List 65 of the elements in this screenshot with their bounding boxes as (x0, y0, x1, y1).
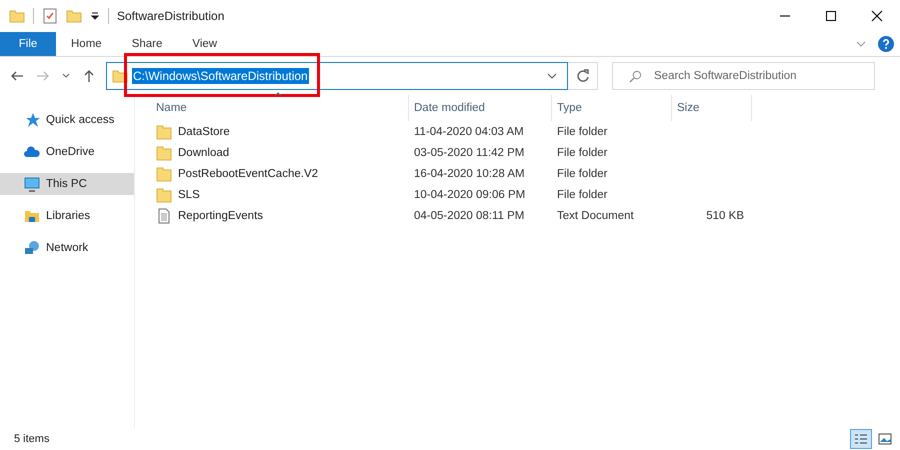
search-field[interactable]: Search SoftwareDistribution (612, 62, 875, 90)
file-name[interactable]: PostRebootEventCache.V2 (178, 168, 318, 180)
chevron-down-icon[interactable] (547, 73, 557, 79)
details-view-button[interactable] (850, 429, 872, 449)
file-name[interactable]: Download (178, 146, 230, 158)
window-title: SoftwareDistribution (117, 9, 224, 23)
picture-icon (878, 433, 892, 445)
sort-caret-icon (274, 92, 282, 97)
folder-icon (156, 186, 172, 202)
type-cell: File folder (557, 126, 608, 138)
file-name[interactable]: SLS (178, 188, 200, 200)
close-icon (871, 10, 883, 22)
file-name[interactable]: DataStore (178, 126, 230, 138)
back-arrow-icon[interactable] (10, 69, 24, 83)
sidebar-label: This PC (46, 178, 87, 190)
help-icon[interactable] (878, 36, 894, 52)
file-menu-tab[interactable]: File (0, 32, 56, 56)
folder-icon (156, 124, 172, 140)
type-cell: File folder (557, 168, 608, 180)
type-cell: Text Document (557, 210, 634, 222)
refresh-button[interactable] (568, 62, 598, 90)
refresh-icon (576, 69, 590, 83)
date-cell: 11-04-2020 04:03 AM (414, 126, 524, 138)
document-icon (156, 208, 172, 224)
size-cell: 510 KB (706, 210, 744, 222)
column-header[interactable]: Date modified (414, 102, 485, 114)
address-bar[interactable]: C:\Windows\SoftwareDistribution (106, 62, 568, 90)
date-cell: 16-04-2020 10:28 AM (414, 168, 525, 180)
sidebar-item[interactable]: Quick access (0, 109, 134, 131)
monitor-icon (24, 176, 40, 192)
folder-icon (156, 166, 172, 182)
sidebar-label: Network (46, 242, 88, 254)
dropdown-icon[interactable] (90, 11, 100, 21)
properties-icon[interactable] (42, 8, 58, 24)
ribbon-tab[interactable]: View (177, 32, 232, 56)
folder-icon (156, 144, 172, 160)
recent-chevron-icon[interactable] (62, 73, 70, 79)
column-header[interactable]: Name (156, 102, 187, 114)
details-list-icon (854, 433, 868, 445)
sidebar-item[interactable]: Libraries (0, 205, 134, 227)
file-name[interactable]: ReportingEvents (178, 210, 264, 222)
type-cell: File folder (557, 188, 608, 200)
ribbon-tab[interactable]: Share (116, 32, 178, 56)
star-icon (24, 112, 40, 128)
address-path[interactable]: C:\Windows\SoftwareDistribution (132, 68, 309, 84)
sidebar-item[interactable]: Network (0, 237, 134, 259)
ribbon-tab[interactable]: Home (56, 32, 117, 56)
sidebar-item[interactable]: OneDrive (0, 141, 134, 163)
column-header[interactable]: Size (677, 102, 700, 114)
date-cell: 10-04-2020 09:06 PM (414, 188, 526, 200)
maximize-icon (825, 10, 837, 22)
network-icon (24, 240, 40, 256)
date-cell: 03-05-2020 11:42 PM (414, 146, 524, 158)
library-folder-icon (24, 208, 40, 224)
sidebar-label: OneDrive (46, 146, 95, 158)
sidebar-label: Libraries (46, 210, 90, 222)
type-cell: File folder (557, 146, 608, 158)
up-arrow-icon[interactable] (82, 69, 96, 83)
date-cell: 04-05-2020 08:11 PM (414, 210, 524, 222)
sidebar-item[interactable]: This PC (0, 173, 134, 195)
cloud-icon (24, 144, 40, 160)
sidebar-label: Quick access (46, 114, 114, 126)
search-icon (629, 70, 642, 82)
column-header[interactable]: Type (557, 102, 582, 114)
item-count: 5 items (14, 433, 50, 445)
